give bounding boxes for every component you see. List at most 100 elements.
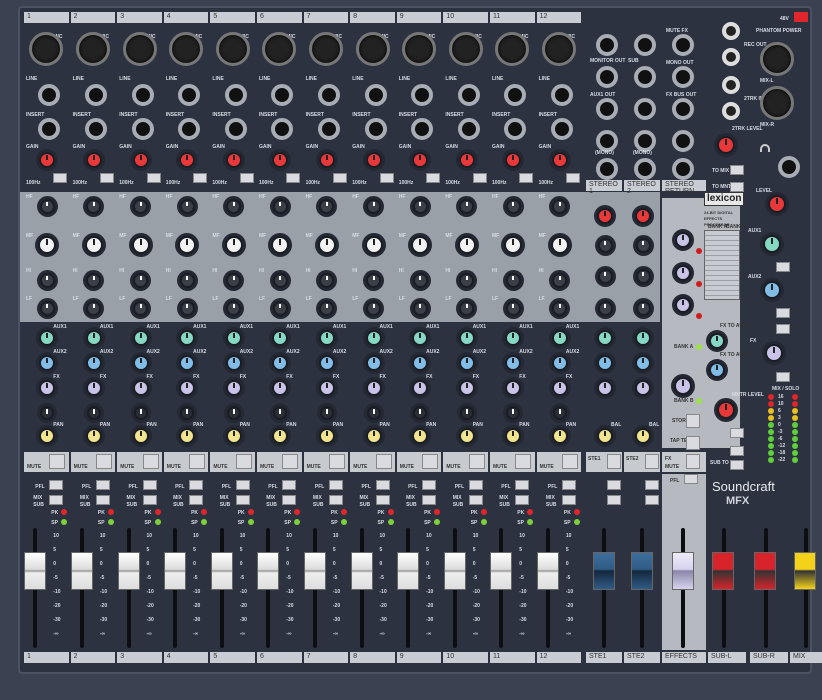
eq-knob-mf[interactable] (178, 236, 197, 254)
stereo-return-l[interactable] (672, 130, 694, 152)
mic-input-xlr-12[interactable] (541, 32, 576, 66)
level-knob[interactable] (273, 406, 288, 420)
aux1-knob[interactable] (318, 330, 335, 346)
pfl-button[interactable] (328, 480, 343, 490)
aux1-knob[interactable] (365, 330, 382, 346)
pfl-button[interactable] (49, 480, 64, 490)
gain-knob[interactable] (85, 152, 102, 168)
level-knob[interactable] (86, 406, 101, 420)
mix-l-xlr[interactable] (760, 42, 794, 76)
eq-knob-hf[interactable] (86, 198, 102, 214)
line-input-jack[interactable] (457, 84, 480, 106)
fx-mute-button[interactable] (686, 454, 700, 469)
eq-knob-hf[interactable] (505, 198, 521, 214)
eq-knob-hf[interactable] (459, 198, 475, 214)
eq-knob-hi[interactable] (133, 272, 148, 288)
mix-sub-button[interactable] (375, 495, 390, 505)
eq-knob-hf[interactable] (179, 198, 195, 214)
aux2-knob[interactable] (365, 355, 382, 371)
pfl-button[interactable] (468, 480, 483, 490)
stereo-eq-knob[interactable] (635, 237, 651, 253)
mic-input-xlr-4[interactable] (169, 32, 204, 66)
pan-knob[interactable] (505, 428, 522, 444)
pan-knob[interactable] (458, 428, 475, 444)
stereo-fx-knob[interactable] (597, 380, 613, 396)
aux2-knob[interactable] (39, 355, 56, 371)
pfl-button[interactable] (189, 480, 204, 490)
master-aux2-knob[interactable] (763, 281, 781, 299)
line-input-jack[interactable] (317, 84, 340, 106)
mic-input-xlr-2[interactable] (75, 32, 110, 66)
eq-knob-hf[interactable] (552, 198, 568, 214)
stereo-eq-knob[interactable] (635, 268, 651, 284)
pan-knob[interactable] (272, 428, 289, 444)
channel-fader-9[interactable] (397, 552, 420, 590)
insert-jack[interactable] (84, 118, 107, 140)
level-knob[interactable] (133, 406, 148, 420)
line-input-jack[interactable] (550, 84, 573, 106)
aux1-knob[interactable] (85, 330, 102, 346)
eq-knob-mf[interactable] (317, 236, 336, 254)
insert-jack[interactable] (364, 118, 387, 140)
mute-button[interactable] (468, 454, 485, 469)
mic-input-xlr-7[interactable] (308, 32, 343, 66)
channel-fader-8[interactable] (350, 552, 373, 590)
channel-fader-10[interactable] (443, 552, 466, 590)
eq-knob-mf[interactable] (457, 236, 476, 254)
insert-jack[interactable] (271, 118, 294, 140)
mute-button[interactable] (189, 454, 206, 469)
eq-knob-mf[interactable] (364, 236, 383, 254)
eq-knob-lf[interactable] (366, 300, 381, 316)
stereo-bal-knob[interactable] (635, 428, 651, 444)
eq-knob-hi[interactable] (505, 272, 521, 288)
insert-jack[interactable] (317, 118, 340, 140)
level-knob[interactable] (226, 406, 241, 420)
aux2-knob[interactable] (272, 355, 289, 371)
hpf-button[interactable] (426, 173, 441, 183)
eq-knob-mf[interactable] (224, 236, 243, 254)
pfl-button[interactable] (235, 480, 250, 490)
mute-button[interactable] (95, 454, 112, 469)
pan-knob[interactable] (551, 428, 568, 444)
output-jack[interactable] (596, 98, 618, 120)
channel-fader-7[interactable] (303, 552, 326, 590)
eq-knob-mf[interactable] (84, 236, 103, 254)
mute-button[interactable] (375, 454, 392, 469)
mix-sub-button[interactable] (235, 495, 250, 505)
mix-sub-button[interactable] (142, 495, 157, 505)
output-jack[interactable] (596, 34, 618, 56)
eq-knob-hf[interactable] (272, 198, 288, 214)
insert-jack[interactable] (504, 118, 527, 140)
stereo-aux1-knob[interactable] (635, 330, 651, 346)
stereo-eq-knob[interactable] (597, 300, 613, 316)
fx-knob[interactable] (272, 380, 289, 396)
mic-input-xlr-11[interactable] (495, 32, 530, 66)
eq-knob-mf[interactable] (411, 236, 430, 254)
mute-button[interactable] (515, 454, 532, 469)
rec-out-r[interactable] (722, 48, 740, 66)
eq-knob-hf[interactable] (133, 198, 148, 214)
aux1-knob[interactable] (39, 330, 56, 346)
eq-knob-hi[interactable] (366, 272, 381, 288)
aux2-pfl-button[interactable] (776, 308, 790, 318)
line-input-jack[interactable] (504, 84, 527, 106)
aux2-knob[interactable] (225, 355, 242, 371)
mute-button[interactable] (235, 454, 252, 469)
mix-sub-button[interactable] (515, 495, 530, 505)
mix-sub-button[interactable] (95, 495, 110, 505)
channel-fader-6[interactable] (257, 552, 280, 590)
tap-tempo-button[interactable] (686, 436, 700, 450)
eq-knob-lf[interactable] (179, 300, 195, 316)
aux1-knob[interactable] (179, 330, 196, 346)
headphone-jack[interactable] (778, 156, 800, 178)
fx-knob[interactable] (318, 380, 335, 396)
fx-knob[interactable] (365, 380, 382, 396)
stereo-fader[interactable] (631, 552, 653, 590)
mute-button[interactable] (282, 454, 299, 469)
insert-jack[interactable] (38, 118, 61, 140)
effect-knob[interactable] (675, 232, 691, 248)
pan-knob[interactable] (225, 428, 242, 444)
pfl-button[interactable] (375, 480, 390, 490)
hpf-button[interactable] (519, 173, 534, 183)
eq-knob-lf[interactable] (319, 300, 335, 316)
